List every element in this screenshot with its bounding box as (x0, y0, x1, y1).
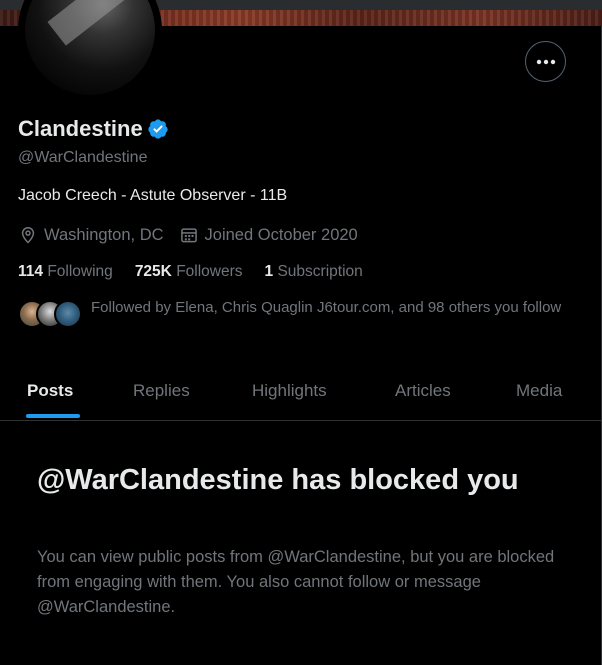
followers-count: 725K (134, 263, 172, 280)
followers-link[interactable]: 725K Followers (135, 263, 243, 281)
joined-text: Joined October 2020 (204, 225, 358, 244)
followed-by-row[interactable]: Followed by Elena, Chris Quaglin J6tour.… (18, 298, 576, 328)
following-count: 114 (18, 263, 44, 280)
following-link[interactable]: 114 Following (18, 263, 113, 281)
profile-handle: @WarClandestine (18, 149, 148, 166)
blocked-title: @WarClandestine has blocked you (37, 464, 519, 496)
location-icon (21, 226, 35, 244)
display-name: Clandestine (18, 116, 143, 141)
subscription-link[interactable]: 1 Subscription (265, 263, 363, 281)
tab-highlights[interactable]: Highlights (252, 362, 327, 420)
subscription-label: Subscription (277, 263, 363, 280)
tab-media[interactable]: Media (516, 362, 562, 420)
joined-item: Joined October 2020 (179, 225, 358, 245)
following-label: Following (47, 263, 113, 280)
tab-articles[interactable]: Articles (395, 362, 451, 420)
blocked-description: You can view public posts from @WarCland… (37, 548, 555, 616)
location-item: Washington, DC (18, 225, 164, 245)
follower-avatar (54, 300, 82, 328)
profile-meta: Washington, DC Joined October 2020 (18, 225, 373, 245)
more-options-button[interactable] (525, 41, 566, 82)
active-tab-indicator (26, 414, 80, 418)
tab-posts[interactable]: Posts (27, 362, 73, 420)
more-icon (536, 59, 555, 64)
profile-page: Clandestine @WarClandestine Jacob Creech… (0, 0, 602, 665)
followed-by-avatars (18, 298, 82, 328)
avatar-image (25, 0, 155, 95)
location-text: Washington, DC (44, 225, 164, 244)
profile-stats: 114 Following 725K Followers 1 Subscript… (18, 263, 385, 281)
profile-bio: Jacob Creech - Astute Observer - 11B (18, 187, 288, 204)
profile-avatar[interactable] (18, 0, 162, 102)
verified-badge-icon[interactable] (147, 118, 169, 140)
followers-label: Followers (176, 263, 243, 280)
calendar-icon (180, 228, 197, 243)
profile-tabs: Posts Replies Highlights Articles Media (0, 362, 602, 421)
tab-replies[interactable]: Replies (133, 362, 190, 420)
subscription-count: 1 (264, 263, 274, 280)
followed-by-text: Followed by Elena, Chris Quaglin J6tour.… (91, 299, 562, 316)
display-name-row: Clandestine (18, 116, 169, 142)
